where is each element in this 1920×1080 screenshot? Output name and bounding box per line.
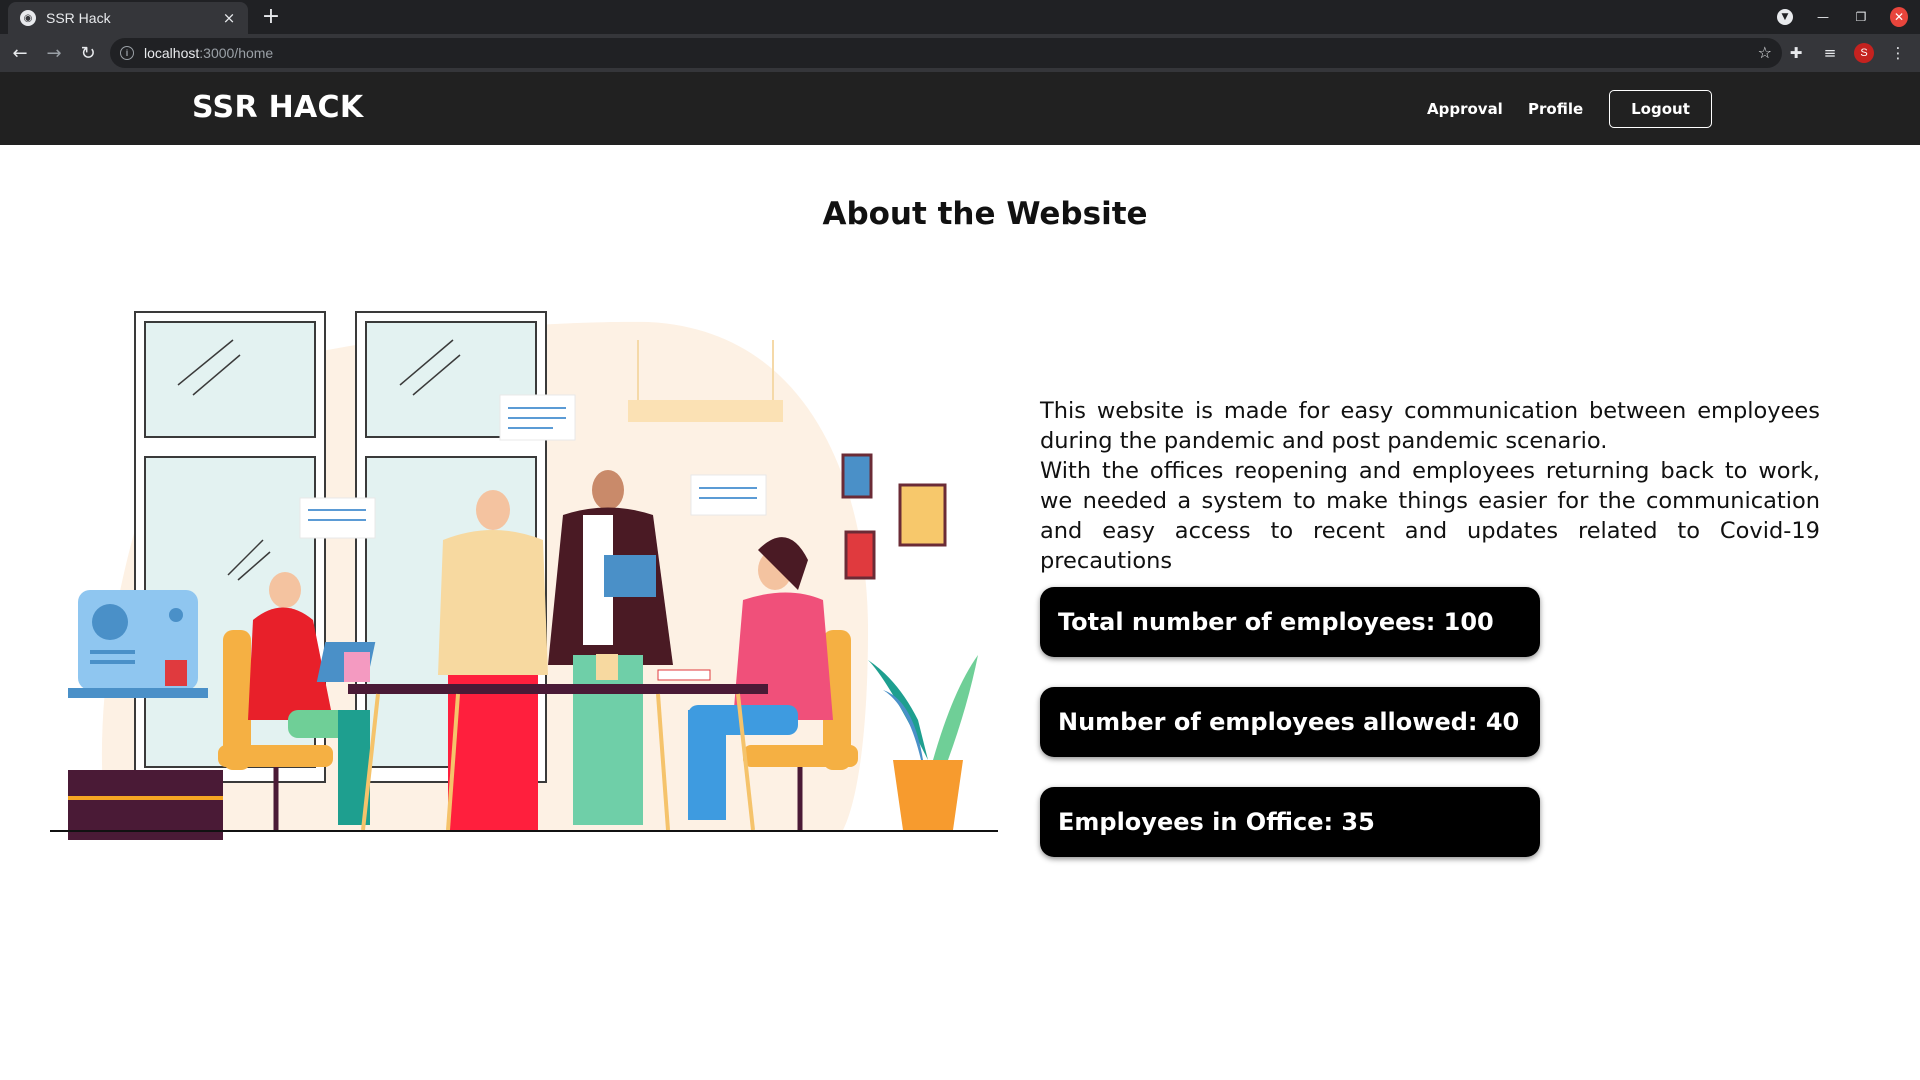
forward-icon[interactable]: →	[40, 39, 68, 67]
window-controls: ▼ — ❐ ✕	[1776, 0, 1908, 34]
speech-bubble	[299, 497, 376, 539]
nav-profile-link[interactable]: Profile	[1528, 100, 1583, 118]
profile-download-icon[interactable]: ▼	[1776, 8, 1794, 26]
logout-button[interactable]: Logout	[1609, 90, 1712, 128]
reload-icon[interactable]: ↻	[74, 39, 102, 67]
nav-approval-link[interactable]: Approval	[1427, 100, 1503, 118]
close-icon[interactable]: ×	[220, 9, 238, 27]
toolbar-right: ✚ ≡ S ⋮	[1786, 34, 1908, 72]
url-host: localhost	[144, 45, 200, 61]
back-icon[interactable]: ←	[6, 39, 34, 67]
url-text[interactable]: localhost:3000/home	[144, 45, 273, 61]
table	[348, 684, 768, 694]
picture-frame	[841, 453, 873, 499]
brand-logo[interactable]: SSR HACK	[192, 90, 363, 125]
menu-icon[interactable]: ⋮	[1888, 44, 1908, 62]
office-illustration	[50, 311, 998, 840]
picture-frame	[844, 530, 876, 580]
star-icon[interactable]: ☆	[1758, 43, 1772, 62]
restore-icon[interactable]: ❐	[1852, 8, 1870, 26]
address-bar[interactable]: i localhost:3000/home ☆	[110, 38, 1782, 68]
browser-tabstrip: ◉ SSR Hack × + ▼ — ❐ ✕	[0, 0, 1920, 34]
page-title: About the Website	[822, 196, 1148, 232]
info-icon[interactable]: i	[120, 46, 134, 60]
speech-bubble	[690, 474, 767, 516]
about-description: This website is made for easy communicat…	[1040, 396, 1820, 576]
minimize-icon[interactable]: —	[1814, 8, 1832, 26]
browser-tab[interactable]: ◉ SSR Hack ×	[8, 2, 248, 34]
new-tab-button[interactable]: +	[258, 4, 284, 30]
url-path: :3000/home	[199, 45, 274, 61]
stat-card-total-employees: Total number of employees: 100	[1040, 587, 1540, 657]
avatar[interactable]: S	[1854, 43, 1874, 63]
globe-icon: ◉	[20, 10, 36, 26]
about-paragraph: This website is made for easy communicat…	[1040, 398, 1820, 454]
potted-plant	[868, 655, 978, 830]
reading-list-icon[interactable]: ≡	[1820, 44, 1840, 62]
window-close-icon[interactable]: ✕	[1890, 7, 1908, 27]
extensions-icon[interactable]: ✚	[1786, 44, 1806, 62]
tab-title: SSR Hack	[46, 10, 111, 26]
about-paragraph: With the offices reopening and employees…	[1040, 458, 1820, 574]
browser-toolbar: ← → ↻ i localhost:3000/home ☆ ✚ ≡ S ⋮	[0, 34, 1920, 72]
stat-card-employees-in-office: Employees in Office: 35	[1040, 787, 1540, 857]
picture-frame	[898, 483, 947, 547]
person-standing-blonde	[438, 490, 548, 830]
site-navbar: SSR HACK Approval Profile Logout	[0, 72, 1920, 145]
stat-card-employees-allowed: Number of employees allowed: 40	[1040, 687, 1540, 757]
